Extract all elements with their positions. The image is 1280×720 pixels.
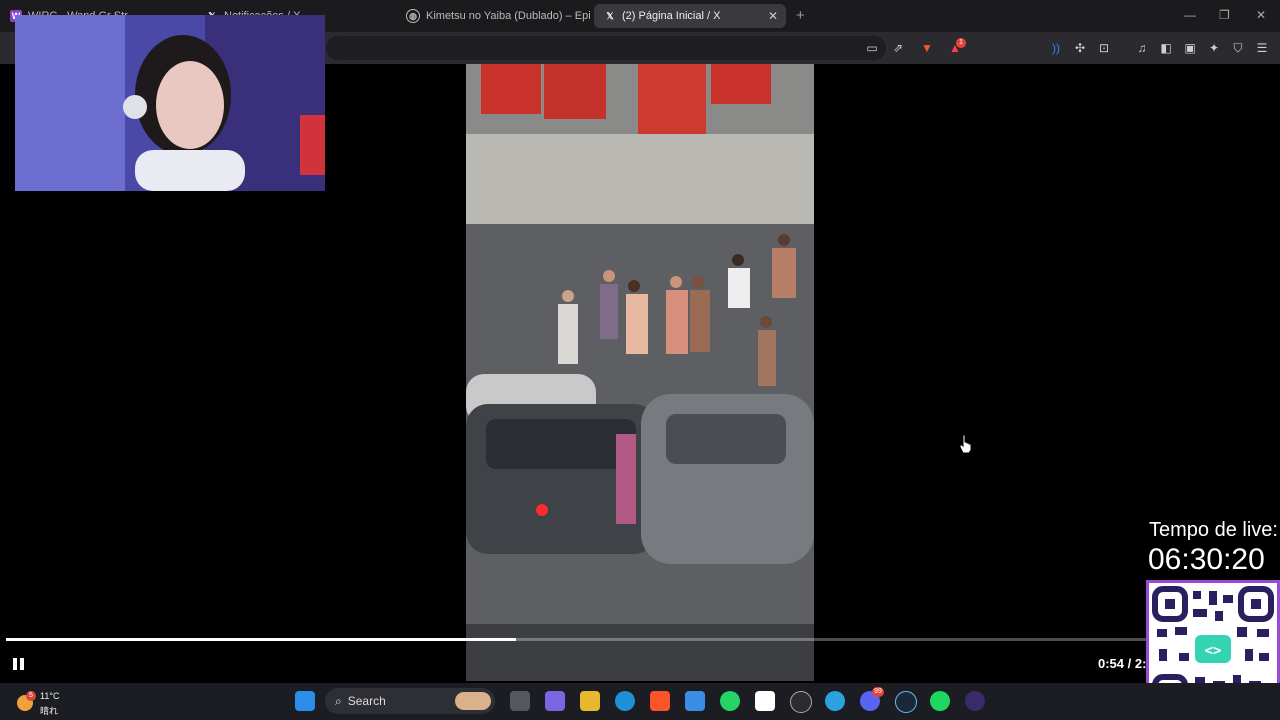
search-label: Search — [347, 694, 386, 708]
menu-icon[interactable]: ☰ — [1254, 40, 1270, 56]
tab-4-title: (2) Página Inicial / X — [622, 10, 721, 22]
capcut-icon[interactable] — [755, 691, 775, 711]
pause-icon-bar-right — [19, 658, 24, 670]
webcam-image — [15, 15, 325, 191]
brave-browser-icon[interactable] — [650, 691, 670, 711]
microsoft-store-icon[interactable] — [685, 691, 705, 711]
wallet-icon[interactable]: ▣ — [1182, 40, 1198, 56]
task-view-icon[interactable] — [510, 691, 530, 711]
stream-app-icon[interactable] — [965, 691, 985, 711]
search-highlight-image — [455, 692, 491, 710]
spotify-icon[interactable] — [930, 691, 950, 711]
pause-button[interactable] — [10, 656, 26, 672]
tab-3[interactable]: ◍ Kimetsu no Yaiba (Dublado) – Epi — [402, 4, 591, 28]
telegram-icon[interactable] — [825, 691, 845, 711]
live-time-value: 06:30:20 — [1148, 543, 1265, 576]
globe-icon: ◍ — [406, 9, 420, 23]
screenshot-icon[interactable]: ⊡ — [1096, 40, 1112, 56]
weather-temp: 11°C — [40, 691, 60, 701]
restore-window-icon[interactable]: ❐ — [1219, 8, 1230, 22]
close-tab-icon[interactable]: ✕ — [768, 9, 778, 23]
windows-taskbar: 5 11°C 晴れ ⌕ Search 99 — [0, 683, 1280, 720]
edge-icon[interactable] — [615, 691, 635, 711]
whatsapp-icon[interactable] — [720, 691, 740, 711]
share-icon[interactable]: ⇗ — [890, 40, 906, 56]
tab-4-active[interactable]: 𝕏 (2) Página Inicial / X ✕ — [594, 4, 786, 28]
vpn-shield-icon[interactable]: ⛉ — [1230, 40, 1246, 56]
copilot-icon[interactable] — [545, 691, 565, 711]
close-window-icon[interactable]: ✕ — [1256, 8, 1266, 22]
video-frame[interactable] — [466, 64, 814, 681]
brave-shields-icon[interactable]: ▼ — [919, 40, 935, 56]
minimize-window-icon[interactable]: — — [1184, 8, 1196, 22]
address-bar[interactable] — [326, 36, 886, 60]
weather-widget[interactable]: 5 11°C 晴れ — [15, 688, 75, 716]
svg-text:<>: <> — [1205, 643, 1222, 659]
webcam-overlay — [15, 15, 325, 191]
new-tab-button[interactable]: + — [796, 7, 805, 24]
video-timecode: 0:54 / 2: — [1098, 656, 1146, 671]
music-icon[interactable]: ♫ — [1134, 40, 1150, 56]
extensions-icon[interactable]: ✣ — [1072, 40, 1088, 56]
search-icon: ⌕ — [335, 693, 342, 708]
steam-icon[interactable] — [895, 691, 917, 713]
weather-badge: 5 — [26, 691, 36, 701]
live-time-label: Tempo de live: — [1149, 519, 1278, 541]
speech-icon[interactable]: )) — [1048, 40, 1064, 56]
leo-ai-icon[interactable]: ✦ — [1206, 40, 1222, 56]
tab-3-title: Kimetsu no Yaiba (Dublado) – Epi — [426, 10, 591, 22]
video-progress-bar[interactable] — [6, 638, 1146, 641]
weather-desc: 晴れ — [40, 706, 59, 716]
cast-icon[interactable]: ▭ — [864, 40, 880, 56]
obs-icon[interactable] — [790, 691, 812, 713]
sidebar-icon[interactable]: ◧ — [1158, 40, 1174, 56]
brave-rewards-badge: 1 — [956, 38, 966, 48]
file-explorer-icon[interactable] — [580, 691, 600, 711]
discord-badge: 99 — [872, 687, 884, 697]
pause-icon-bar-left — [12, 658, 17, 670]
hand-cursor-icon — [959, 434, 972, 454]
video-progress-fill — [6, 638, 516, 641]
windows-start-icon[interactable] — [295, 691, 315, 711]
taskbar-search[interactable]: ⌕ Search — [325, 688, 495, 714]
x-logo-icon: 𝕏 — [606, 10, 614, 21]
video-scene-image — [466, 64, 814, 681]
